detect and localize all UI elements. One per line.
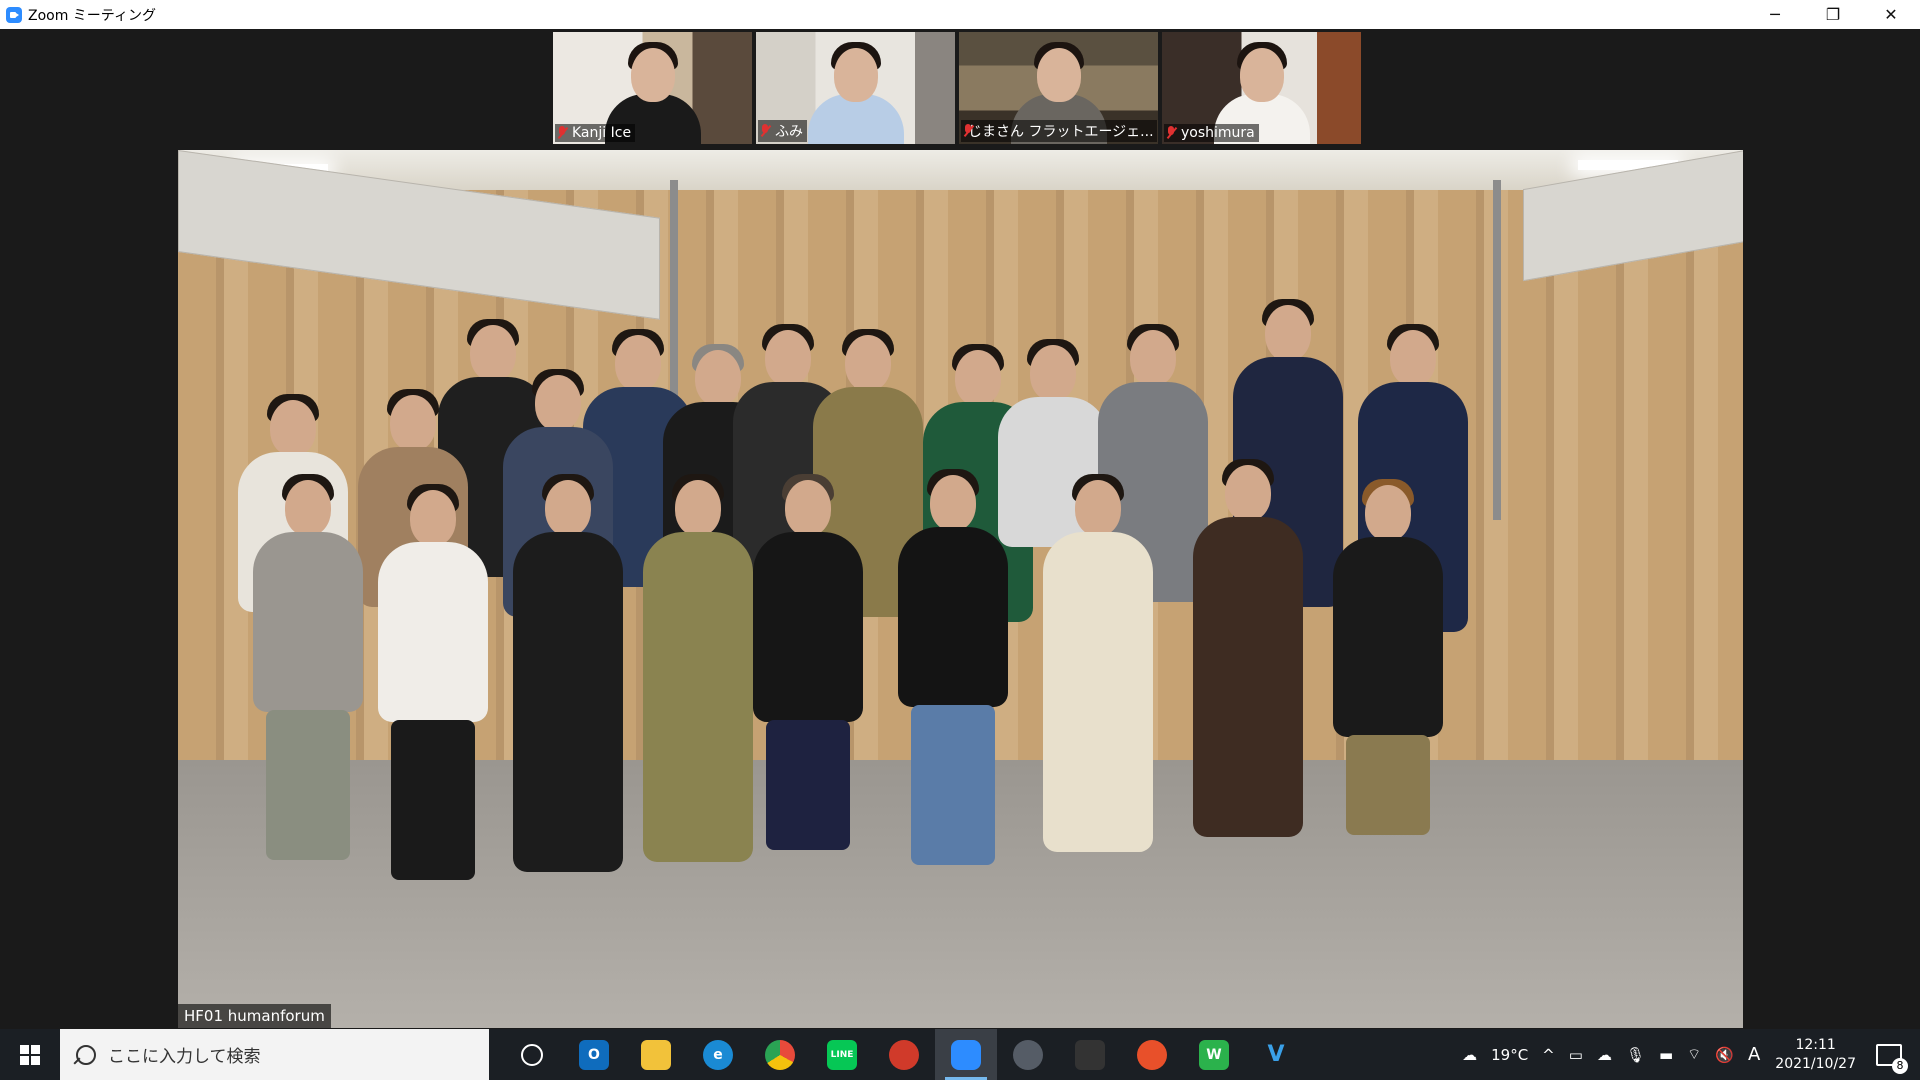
window-title: Zoom ミーティング <box>28 7 156 24</box>
app-dark-button[interactable] <box>1059 1029 1121 1080</box>
onedrive-icon[interactable]: ☁ <box>1597 1046 1612 1064</box>
participant-tile[interactable]: じまさん フラットエージェ... <box>959 32 1158 144</box>
app-v-button[interactable]: V <box>1245 1029 1307 1080</box>
dark-app-icon <box>1075 1039 1105 1070</box>
window-controls: ─ ❐ ✕ <box>1746 0 1920 29</box>
participant-tile[interactable]: Kanji Ice <box>553 32 752 144</box>
weather-temp[interactable]: 19°C <box>1491 1046 1528 1064</box>
participant-tile[interactable]: yoshimura <box>1162 32 1361 144</box>
outlook-button[interactable]: O <box>563 1029 625 1080</box>
taskbar-apps: O e LINE W V <box>501 1029 1307 1080</box>
participant-name-label: Kanji Ice <box>555 124 636 142</box>
app-w-button[interactable]: W <box>1183 1029 1245 1080</box>
outlook-icon: O <box>579 1039 609 1070</box>
taskbar-search[interactable]: ここに入力して検索 <box>60 1029 489 1080</box>
participant-tile[interactable]: ふみ <box>756 32 955 144</box>
close-button[interactable]: ✕ <box>1862 0 1920 29</box>
cortana-icon <box>521 1043 543 1066</box>
folder-icon <box>641 1039 671 1070</box>
start-button[interactable] <box>0 1029 60 1080</box>
mic-muted-icon <box>760 124 770 138</box>
clock[interactable]: 12:11 2021/10/27 <box>1775 1036 1856 1074</box>
chrome-icon <box>765 1039 795 1070</box>
line-button[interactable]: LINE <box>811 1029 873 1080</box>
notification-icon[interactable]: 8 <box>1876 1043 1908 1074</box>
weather-icon[interactable]: ☁ <box>1462 1046 1477 1064</box>
taskbar: ここに入力して検索 O e LINE W V ☁ 19°C ^ ▭ ☁ 🎙 ▬ … <box>0 1029 1920 1080</box>
wifi-icon[interactable]: ⌔ <box>1687 1045 1701 1064</box>
participant-strip: Kanji Ice ふみ じまさん フラットエージェ... yoshimura <box>553 32 1361 144</box>
main-video[interactable]: HF01 humanforum <box>178 150 1743 1028</box>
w-app-icon: W <box>1199 1039 1229 1070</box>
minimize-button[interactable]: ─ <box>1746 0 1804 29</box>
search-icon <box>76 1044 96 1065</box>
red-app-icon <box>889 1039 919 1070</box>
app-orange-button[interactable] <box>1121 1029 1183 1080</box>
cortana-button[interactable] <box>501 1029 563 1080</box>
battery-icon[interactable]: ▬ <box>1659 1046 1673 1064</box>
ime-indicator[interactable]: A <box>1748 1044 1760 1065</box>
chevron-up-icon[interactable]: ^ <box>1542 1046 1555 1064</box>
zoom-button[interactable] <box>935 1029 997 1080</box>
zoom-app-icon <box>6 6 22 23</box>
clock-time: 12:11 <box>1795 1036 1836 1053</box>
title-bar: Zoom ミーティング ─ ❐ ✕ <box>0 0 1920 30</box>
edge-button[interactable]: e <box>687 1029 749 1080</box>
meet-now-icon[interactable]: ▭ <box>1569 1046 1583 1064</box>
mic-muted-icon <box>557 126 567 140</box>
participant-name-label: yoshimura <box>1164 124 1259 142</box>
zoom-icon <box>951 1039 981 1070</box>
notification-count: 8 <box>1892 1057 1908 1074</box>
clock-date: 2021/10/27 <box>1775 1055 1856 1072</box>
search-placeholder: ここに入力して検索 <box>108 1047 261 1067</box>
video-caption: HF01 humanforum <box>178 1004 331 1028</box>
volume-muted-icon[interactable]: 🔇 <box>1715 1046 1734 1064</box>
v-app-icon: V <box>1267 1042 1285 1067</box>
microphone-icon[interactable]: 🎙 <box>1626 1046 1645 1064</box>
mic-muted-icon <box>1166 126 1176 140</box>
system-tray: ☁ 19°C ^ ▭ ☁ 🎙 ▬ ⌔ 🔇 A 12:11 2021/10/27 … <box>1455 1029 1920 1080</box>
participant-name-label: ふみ <box>758 120 807 142</box>
davinci-icon <box>1013 1039 1043 1070</box>
edge-icon: e <box>703 1039 733 1070</box>
line-icon: LINE <box>827 1039 857 1070</box>
restore-button[interactable]: ❐ <box>1804 0 1862 29</box>
app-red-button[interactable] <box>873 1029 935 1080</box>
meeting-area: Kanji Ice ふみ じまさん フラットエージェ... yoshimura … <box>0 29 1920 1029</box>
davinci-button[interactable] <box>997 1029 1059 1080</box>
participant-name-label: じまさん フラットエージェ... <box>961 120 1157 142</box>
chrome-button[interactable] <box>749 1029 811 1080</box>
windows-logo-icon <box>20 1044 40 1065</box>
orange-app-icon <box>1137 1039 1167 1070</box>
file-explorer-button[interactable] <box>625 1029 687 1080</box>
